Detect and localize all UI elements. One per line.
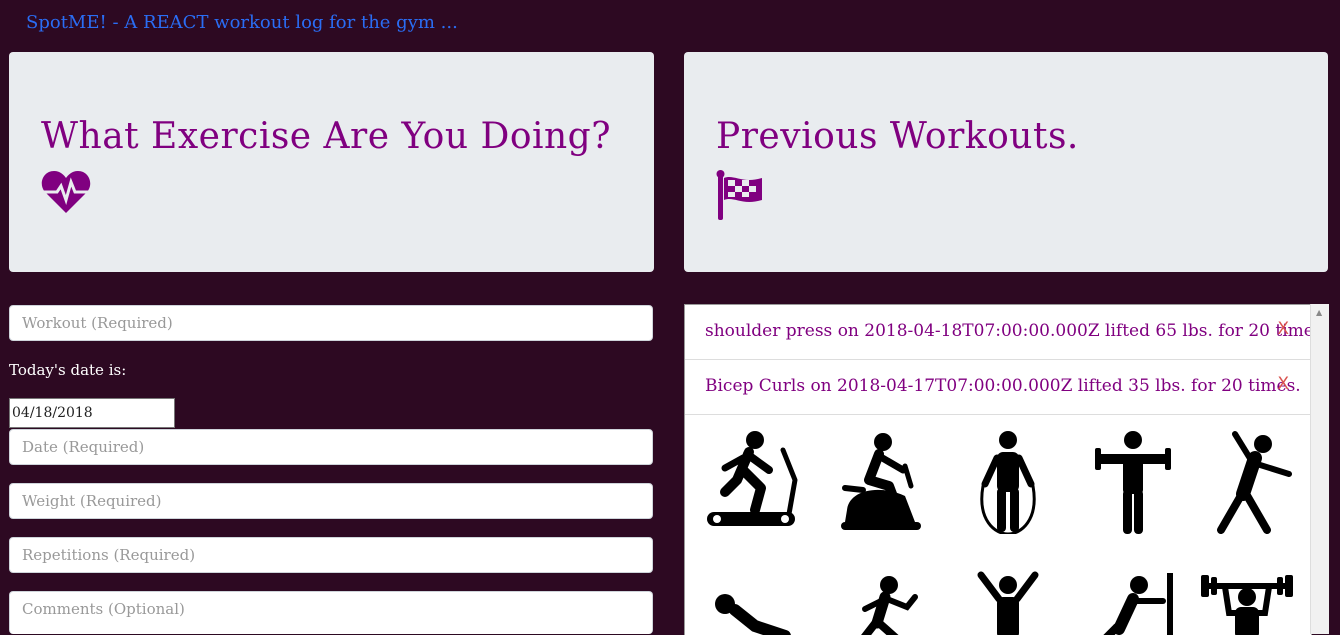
runner-icon bbox=[861, 576, 918, 635]
arm-raise-icon bbox=[1095, 431, 1171, 534]
workout-list-scrollbar[interactable]: ▲ bbox=[1310, 304, 1329, 634]
treadmill-runner-icon bbox=[707, 431, 798, 526]
barbell-squat-icon bbox=[1201, 575, 1293, 635]
today-label: Today's date is: bbox=[9, 361, 127, 379]
repetitions-input[interactable]: Repetitions (Required) bbox=[9, 537, 653, 573]
delete-button[interactable]: X bbox=[1277, 319, 1289, 339]
jump-rope-icon bbox=[980, 431, 1036, 534]
workout-list[interactable]: shoulder press on 2018-04-18T07:00:00.00… bbox=[684, 304, 1312, 635]
brand-link[interactable]: SpotME! - A REACT workout log for the gy… bbox=[26, 12, 458, 33]
delete-button[interactable]: X bbox=[1277, 374, 1289, 394]
wall-push-icon bbox=[1103, 573, 1173, 635]
heartbeat-icon bbox=[41, 170, 91, 218]
workout-item-text: Bicep Curls on 2018-04-17T07:00:00.000Z … bbox=[705, 376, 1301, 396]
exercise-title: What Exercise Are You Doing? bbox=[41, 116, 612, 157]
comments-input[interactable]: Comments (Optional) bbox=[9, 591, 653, 634]
checkered-flag-icon bbox=[716, 170, 766, 226]
arms-up-icon bbox=[977, 571, 1039, 635]
exercise-jumbotron: What Exercise Are You Doing? bbox=[9, 52, 654, 272]
workout-item-text: shoulder press on 2018-04-18T07:00:00.00… bbox=[705, 321, 1312, 341]
workout-input[interactable]: Workout (Required) bbox=[9, 305, 653, 341]
scroll-up-icon[interactable]: ▲ bbox=[1316, 308, 1322, 317]
workout-item: shoulder press on 2018-04-18T07:00:00.00… bbox=[685, 305, 1311, 360]
jumping-jack-icon bbox=[1217, 431, 1292, 534]
workout-item: Bicep Curls on 2018-04-17T07:00:00.000Z … bbox=[685, 360, 1311, 415]
date-input[interactable]: Date (Required) bbox=[9, 429, 653, 465]
stationary-bike-icon bbox=[841, 433, 921, 530]
stretch-icon bbox=[715, 594, 791, 635]
weight-input[interactable]: Weight (Required) bbox=[9, 483, 653, 519]
previous-workouts-title: Previous Workouts. bbox=[716, 116, 1079, 157]
previous-workouts-jumbotron: Previous Workouts. bbox=[684, 52, 1328, 272]
today-date-input[interactable]: 04/18/2018 bbox=[9, 398, 175, 428]
